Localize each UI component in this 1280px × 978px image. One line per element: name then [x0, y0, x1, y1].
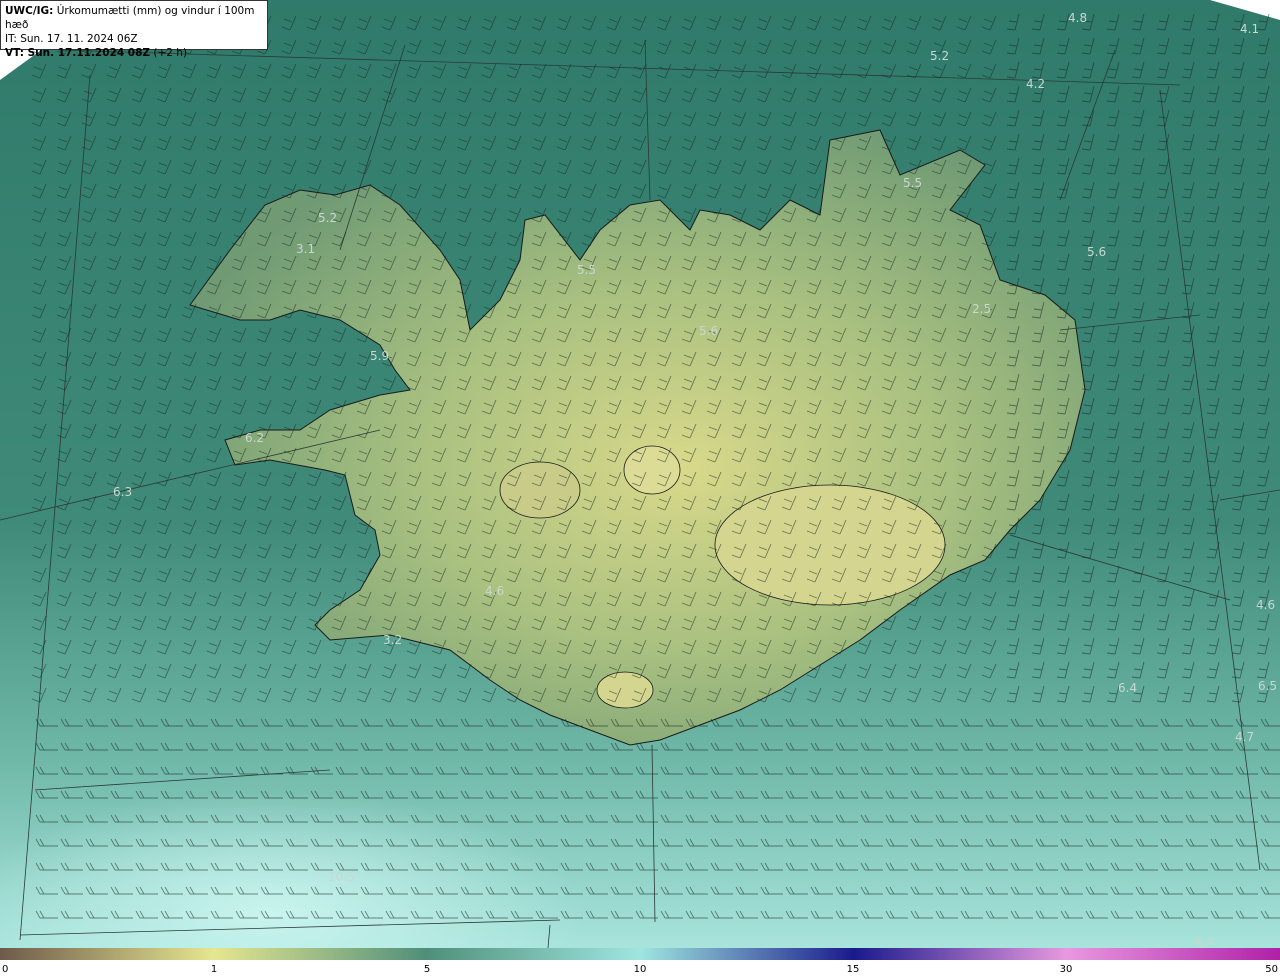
valid-time: VT: Sun. 17.11.2024 08Z	[5, 47, 151, 59]
legend-tick: 50	[1265, 964, 1278, 975]
precipitation-map: 4.8 4.1 5.2 4.2 5.5 5.2 3.1 5.5 5.6 2.5 5.6 5.9 6.2 6…	[0, 0, 1280, 948]
map-value-label: 6.2	[245, 431, 264, 445]
legend-tick: 5	[423, 964, 431, 975]
title-line: UWC/IG: Úrkomumætti (mm) og vindur í 100…	[5, 4, 263, 32]
map-value-label: 5.5	[577, 263, 596, 277]
map-value-label: 6.3	[113, 485, 132, 499]
map-value-label: 5.2	[930, 49, 949, 63]
legend-tick: 15	[846, 964, 860, 975]
map-value-label: 6.4	[1195, 935, 1214, 948]
legend-tick: 10	[633, 964, 647, 975]
legend-ticks: 0 1 5 10 15 30 50	[0, 960, 1280, 978]
map-value-label: 6.5	[1258, 679, 1277, 693]
map-value-label: 3.1	[296, 242, 315, 256]
initial-time: IT: Sun. 17. 11. 2024 06Z	[5, 33, 138, 45]
valid-time-line: VT: Sun. 17.11.2024 08Z (+2 h)	[5, 46, 263, 60]
valid-offset: (+2 h)	[153, 47, 188, 59]
map-value-label: 5.5	[903, 176, 922, 190]
map-value-label: 5.2	[318, 211, 337, 225]
glacier-hofsjokull	[623, 445, 681, 495]
legend-tick: 30	[1059, 964, 1073, 975]
legend-tick: 0	[2, 964, 9, 975]
map-value-label: 4.1	[1240, 22, 1259, 36]
map-header: UWC/IG: Úrkomumætti (mm) og vindur í 100…	[0, 0, 268, 59]
model-label: UWC/IG:	[5, 5, 54, 17]
legend-tick: 1	[210, 964, 218, 975]
map-value-label: 4.8	[1068, 11, 1087, 25]
glacier-myrdalsjokull	[596, 671, 654, 709]
map-value-label: 10.5	[328, 870, 355, 884]
map-value-label: 5.9	[370, 349, 389, 363]
map-value-label: 4.6	[485, 584, 504, 598]
map-value-label: 5.6	[1087, 245, 1106, 259]
map-value-label: 4.2	[1026, 77, 1045, 91]
map-value-label: 6.4	[1118, 681, 1137, 695]
color-legend-bar	[0, 948, 1280, 960]
map-value-label: 4.7	[1235, 730, 1254, 744]
map-value-label: 4.6	[1256, 598, 1275, 612]
map-value-label: 3.2	[383, 633, 402, 647]
glacier-vatnajokull	[714, 484, 946, 606]
map-value-label: 2.5	[972, 302, 991, 316]
map-value-label: 5.6	[699, 324, 718, 338]
